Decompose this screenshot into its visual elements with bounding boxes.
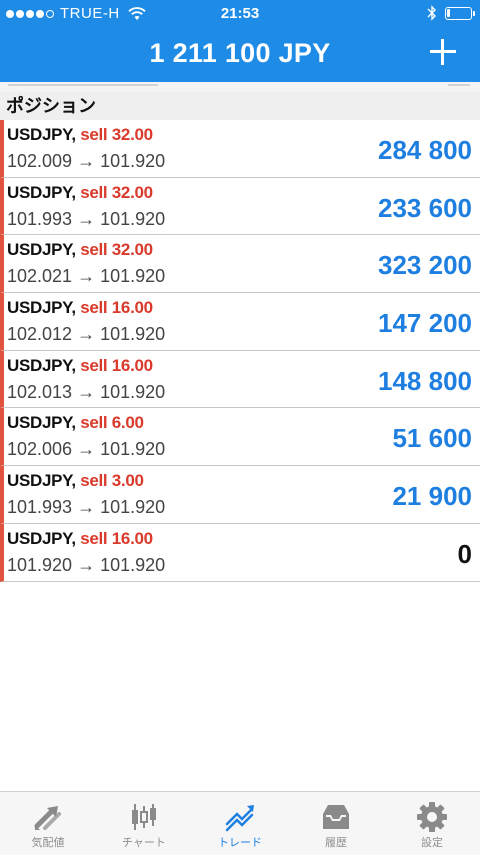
position-symbol-line: USDJPY, sell 16.00 [7,356,153,376]
position-row[interactable]: USDJPY, sell 6.00 102.006 → 101.920 51 600 [0,408,480,467]
position-row[interactable]: USDJPY, sell 16.00 102.012 → 101.920 147 2… [0,293,480,351]
add-order-button[interactable] [428,37,458,67]
position-price-range: 102.021 → 101.920 [7,266,166,287]
tab-history[interactable]: 履歴 [288,792,384,855]
position-price-range: 102.009 → 101.920 [7,151,166,171]
position-row[interactable]: USDJPY, sell 32.00 101.993 → 101.920 233 6… [0,177,480,236]
position-side-volume: sell 32.00 [80,125,153,144]
status-bar: TRUE-H 21:53 [0,0,480,28]
position-row[interactable]: USDJPY, sell 16.00 101.920 → 101.920 0 [0,523,480,582]
position-symbol-line: USDJPY, sell 16.00 [7,529,153,549]
candlestick-chart-icon [132,804,156,830]
position-side-volume: sell 32.00 [80,182,153,202]
position-symbol-line: USDJPY, sell 3.00 [7,471,144,491]
position-symbol: USDJPY, [7,298,76,318]
app-header: TRUE-H 21:53 1 211 100 JPY [0,0,480,82]
position-row[interactable]: USDJPY, sell 16.00 102.013 → 101.920 148 8… [0,350,480,409]
tab-quotes[interactable]: 気配値 [0,792,96,855]
position-symbol: USDJPY, [7,240,76,260]
quotes-arrows-icon [34,806,61,830]
position-symbol-line: USDJPY, sell 32.00 [7,183,153,203]
position-symbol-line: USDJPY, sell 16.00 [7,298,153,318]
position-profit: 233 600 [378,192,472,223]
tab-chart-label: チャート [122,837,166,849]
position-symbol-line: USDJPY, sell 6.00 [7,413,144,433]
position-side-volume: sell 16.00 [80,298,153,318]
history-tray-icon [323,805,349,829]
position-price-range: 102.006 → 101.920 [7,439,166,460]
battery-icon [445,6,475,20]
status-right [427,5,475,21]
positions-list: USDJPY, sell 32.00 102.009 → 101.920 284 8… [0,120,480,582]
trade-trend-icon [225,805,254,832]
position-side-volume: sell 3.00 [80,471,144,491]
position-profit: 21 900 [392,481,472,512]
position-price-range: 102.013 → 101.920 [7,381,166,402]
status-time: 21:53 [220,5,260,22]
position-profit: 284 800 [378,135,472,165]
tab-trade-label: トレード [218,837,262,849]
position-symbol-line: USDJPY, sell 32.00 [7,240,153,260]
tab-chart[interactable]: チャート [96,792,192,855]
positions-section-header: ポジション [0,92,480,120]
account-balance-title: 1 211 100 JPY [149,38,331,68]
position-profit: 0 [457,538,472,569]
position-price-range: 102.012 → 101.920 [7,324,166,345]
settings-gear-icon [417,802,447,832]
position-price-range: 101.993 → 101.920 [7,208,166,229]
position-side-volume: sell 32.00 [80,240,153,260]
position-symbol: USDJPY, [7,125,76,144]
position-side-volume: sell 16.00 [80,355,153,375]
position-symbol: USDJPY, [7,528,76,548]
position-profit: 148 800 [378,365,472,396]
position-symbol: USDJPY, [7,413,76,433]
scrolled-content-edge [0,82,480,92]
position-row[interactable]: USDJPY, sell 32.00 102.021 → 101.920 323 2… [0,235,480,294]
tab-quotes-label: 気配値 [31,837,65,849]
position-profit: 323 200 [378,250,472,281]
position-row[interactable]: USDJPY, sell 32.00 102.009 → 101.920 284 8… [0,120,480,178]
tab-settings[interactable]: 設定 [384,792,480,855]
position-side-volume: sell 16.00 [80,528,153,548]
position-symbol: USDJPY, [7,355,76,375]
tab-trade[interactable]: トレード [192,792,288,855]
position-price-range: 101.993 → 101.920 [7,497,166,518]
tab-history-label: 履歴 [325,837,347,849]
position-symbol: USDJPY, [7,182,76,202]
position-profit: 147 200 [378,308,472,339]
position-row[interactable]: USDJPY, sell 3.00 101.993 → 101.920 21 900 [0,466,480,524]
position-side-volume: sell 6.00 [80,413,144,433]
bluetooth-icon [427,5,436,21]
position-symbol: USDJPY, [7,471,76,491]
tab-bar: 気配値 チャート トレード 履歴 設定 [0,791,480,855]
tab-settings-label: 設定 [421,837,443,849]
position-price-range: 101.920 → 101.920 [7,554,166,575]
position-profit: 51 600 [392,423,472,454]
position-symbol-line: USDJPY, sell 32.00 [7,125,153,145]
